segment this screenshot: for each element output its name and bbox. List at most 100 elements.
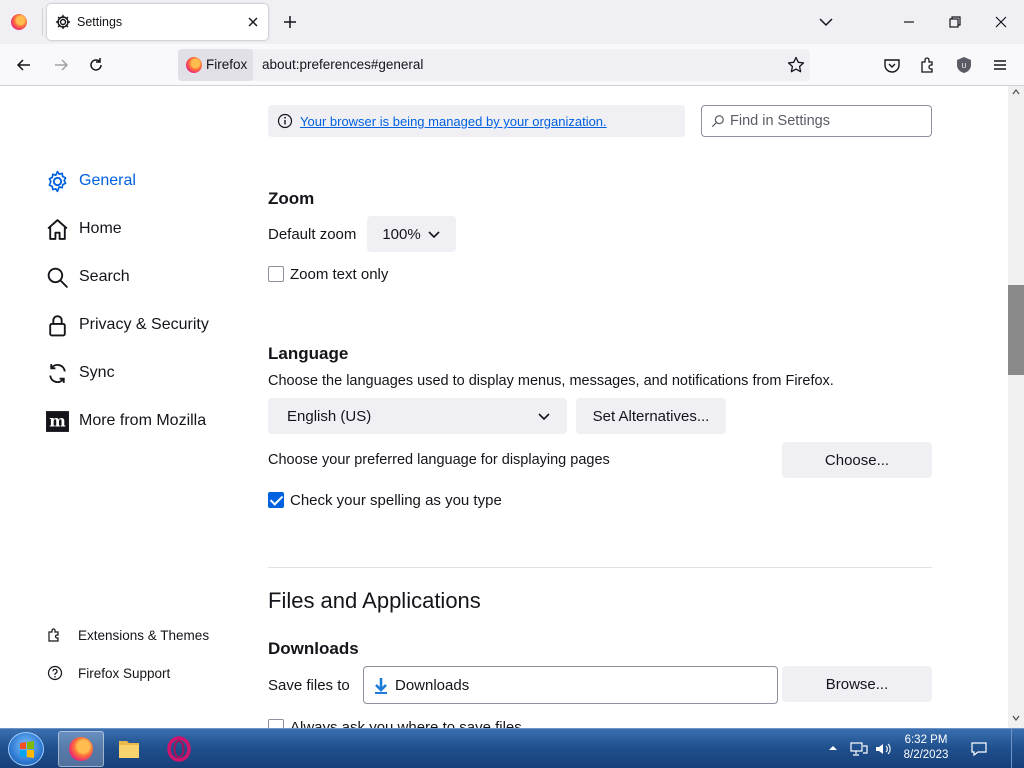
search-icon (47, 267, 68, 288)
default-zoom-dropdown[interactable]: 100% (367, 216, 456, 252)
help-icon (47, 665, 63, 681)
language-description: Choose the languages used to display men… (268, 373, 834, 389)
download-arrow-icon (375, 678, 387, 694)
tab-title: Settings (77, 15, 123, 29)
close-tab-icon[interactable] (243, 12, 263, 32)
windows-logo-icon (20, 741, 34, 758)
svg-text:U: U (961, 63, 966, 70)
reload-icon[interactable] (86, 55, 106, 75)
sidebar-item-general[interactable]: General (45, 166, 136, 196)
ublock-shield-icon[interactable]: U (954, 55, 974, 75)
default-zoom-value: 100% (382, 225, 421, 243)
tab-settings[interactable]: Settings (47, 4, 268, 40)
taskbar-opera-button[interactable] (156, 731, 202, 767)
action-center-icon[interactable] (970, 740, 988, 758)
sidebar-item-sync[interactable]: Sync (45, 358, 115, 388)
language-dropdown[interactable]: English (US) (268, 398, 567, 434)
opera-logo-icon (167, 736, 191, 762)
find-in-settings-box[interactable] (701, 105, 932, 137)
sidebar-item-label: More from Mozilla (79, 412, 207, 429)
extensions-themes-link[interactable]: Extensions & Themes (47, 627, 209, 643)
bookmark-star-icon[interactable] (786, 55, 806, 75)
tab-separator (42, 8, 43, 36)
chevron-down-icon (428, 231, 440, 239)
always-ask-checkbox[interactable] (268, 719, 284, 728)
sidebar-item-label: Home (79, 220, 122, 237)
settings-content: General Home Search Privacy & Security S… (0, 86, 1008, 728)
new-tab-icon[interactable] (280, 12, 300, 32)
zoom-text-only-checkbox[interactable] (268, 266, 284, 282)
zoom-text-only-label: Zoom text only (290, 266, 389, 283)
sidebar-item-more-from-mozilla[interactable]: m More from Mozilla (45, 406, 206, 436)
url-bar[interactable]: Firefox about:preferences#general (178, 49, 810, 81)
find-in-settings-input[interactable] (730, 111, 925, 131)
choose-language-button[interactable]: Choose... (782, 442, 932, 478)
scrollbar-thumb[interactable] (1008, 285, 1024, 375)
firefox-logo-icon (69, 737, 93, 761)
sidebar-item-home[interactable]: Home (45, 214, 122, 244)
puzzle-icon (48, 628, 59, 642)
extensions-puzzle-icon[interactable] (918, 55, 938, 75)
taskbar-explorer-button[interactable] (106, 731, 152, 767)
browse-button[interactable]: Browse... (782, 666, 932, 702)
show-hidden-icons-icon[interactable] (828, 743, 838, 753)
firefox-support-link[interactable]: Firefox Support (47, 665, 170, 681)
sidebar-item-label: Privacy & Security (79, 316, 209, 333)
sidebar-item-label: General (79, 172, 136, 189)
downloads-heading: Downloads (268, 639, 359, 658)
sync-icon (49, 363, 66, 383)
lock-icon (49, 314, 66, 336)
show-desktop-button[interactable] (1011, 729, 1024, 768)
policies-link[interactable]: Your browser is being managed by your or… (300, 114, 607, 129)
identity-box[interactable]: Firefox (178, 49, 253, 81)
network-icon[interactable] (850, 740, 868, 758)
spellcheck-checkbox[interactable] (268, 492, 284, 508)
default-zoom-label: Default zoom (268, 226, 357, 243)
policies-notice: Your browser is being managed by your or… (268, 105, 685, 137)
url-text[interactable]: about:preferences#general (262, 57, 423, 72)
home-icon (47, 218, 68, 240)
svg-text:m: m (49, 411, 66, 430)
set-alternatives-button[interactable]: Set Alternatives... (576, 398, 726, 434)
restore-icon[interactable] (945, 12, 965, 32)
pocket-icon[interactable] (882, 55, 902, 75)
identity-label: Firefox (206, 57, 248, 72)
close-window-icon[interactable] (991, 12, 1011, 32)
minimize-icon[interactable] (899, 12, 919, 32)
download-folder-field: Downloads (363, 666, 778, 704)
chevron-down-icon (538, 413, 550, 421)
tab-strip: Settings (0, 0, 1024, 44)
files-applications-heading: Files and Applications (268, 588, 481, 613)
download-folder-name: Downloads (395, 677, 470, 694)
taskbar-firefox-button[interactable] (58, 731, 104, 767)
language-heading: Language (268, 344, 349, 363)
taskbar: 6:32 PM 8/2/2023 (0, 728, 1024, 768)
scroll-up-icon[interactable] (1012, 88, 1020, 96)
sidebar-item-label: Search (79, 268, 130, 285)
selected-language: English (US) (287, 407, 372, 425)
hamburger-menu-icon[interactable] (990, 55, 1010, 75)
sidebar-item-search[interactable]: Search (45, 262, 130, 292)
clock[interactable]: 6:32 PM 8/2/2023 (880, 733, 972, 763)
sidebar-item-label: Sync (79, 364, 115, 381)
firefox-logo-icon (186, 57, 202, 73)
spellcheck-label: Check your spelling as you type (290, 492, 502, 509)
always-ask-label: Always ask you where to save files (290, 719, 522, 728)
list-all-tabs-icon[interactable] (816, 12, 836, 32)
forward-arrow-icon[interactable] (51, 55, 71, 75)
scrollbar[interactable] (1008, 86, 1024, 728)
clock-date: 8/2/2023 (903, 749, 949, 761)
start-button[interactable] (8, 732, 44, 766)
scroll-down-icon[interactable] (1012, 714, 1020, 722)
folder-icon (119, 741, 139, 758)
sidebar-item-privacy[interactable]: Privacy & Security (45, 310, 209, 340)
back-arrow-icon[interactable] (14, 55, 34, 75)
section-divider (268, 567, 932, 568)
page-language-label: Choose your preferred language for displ… (268, 452, 610, 468)
info-icon (277, 113, 293, 129)
firefox-view-icon[interactable] (11, 14, 27, 30)
search-icon (711, 115, 724, 128)
gear-icon (55, 14, 71, 30)
clock-time: 6:32 PM (904, 734, 948, 746)
zoom-heading: Zoom (268, 189, 315, 208)
